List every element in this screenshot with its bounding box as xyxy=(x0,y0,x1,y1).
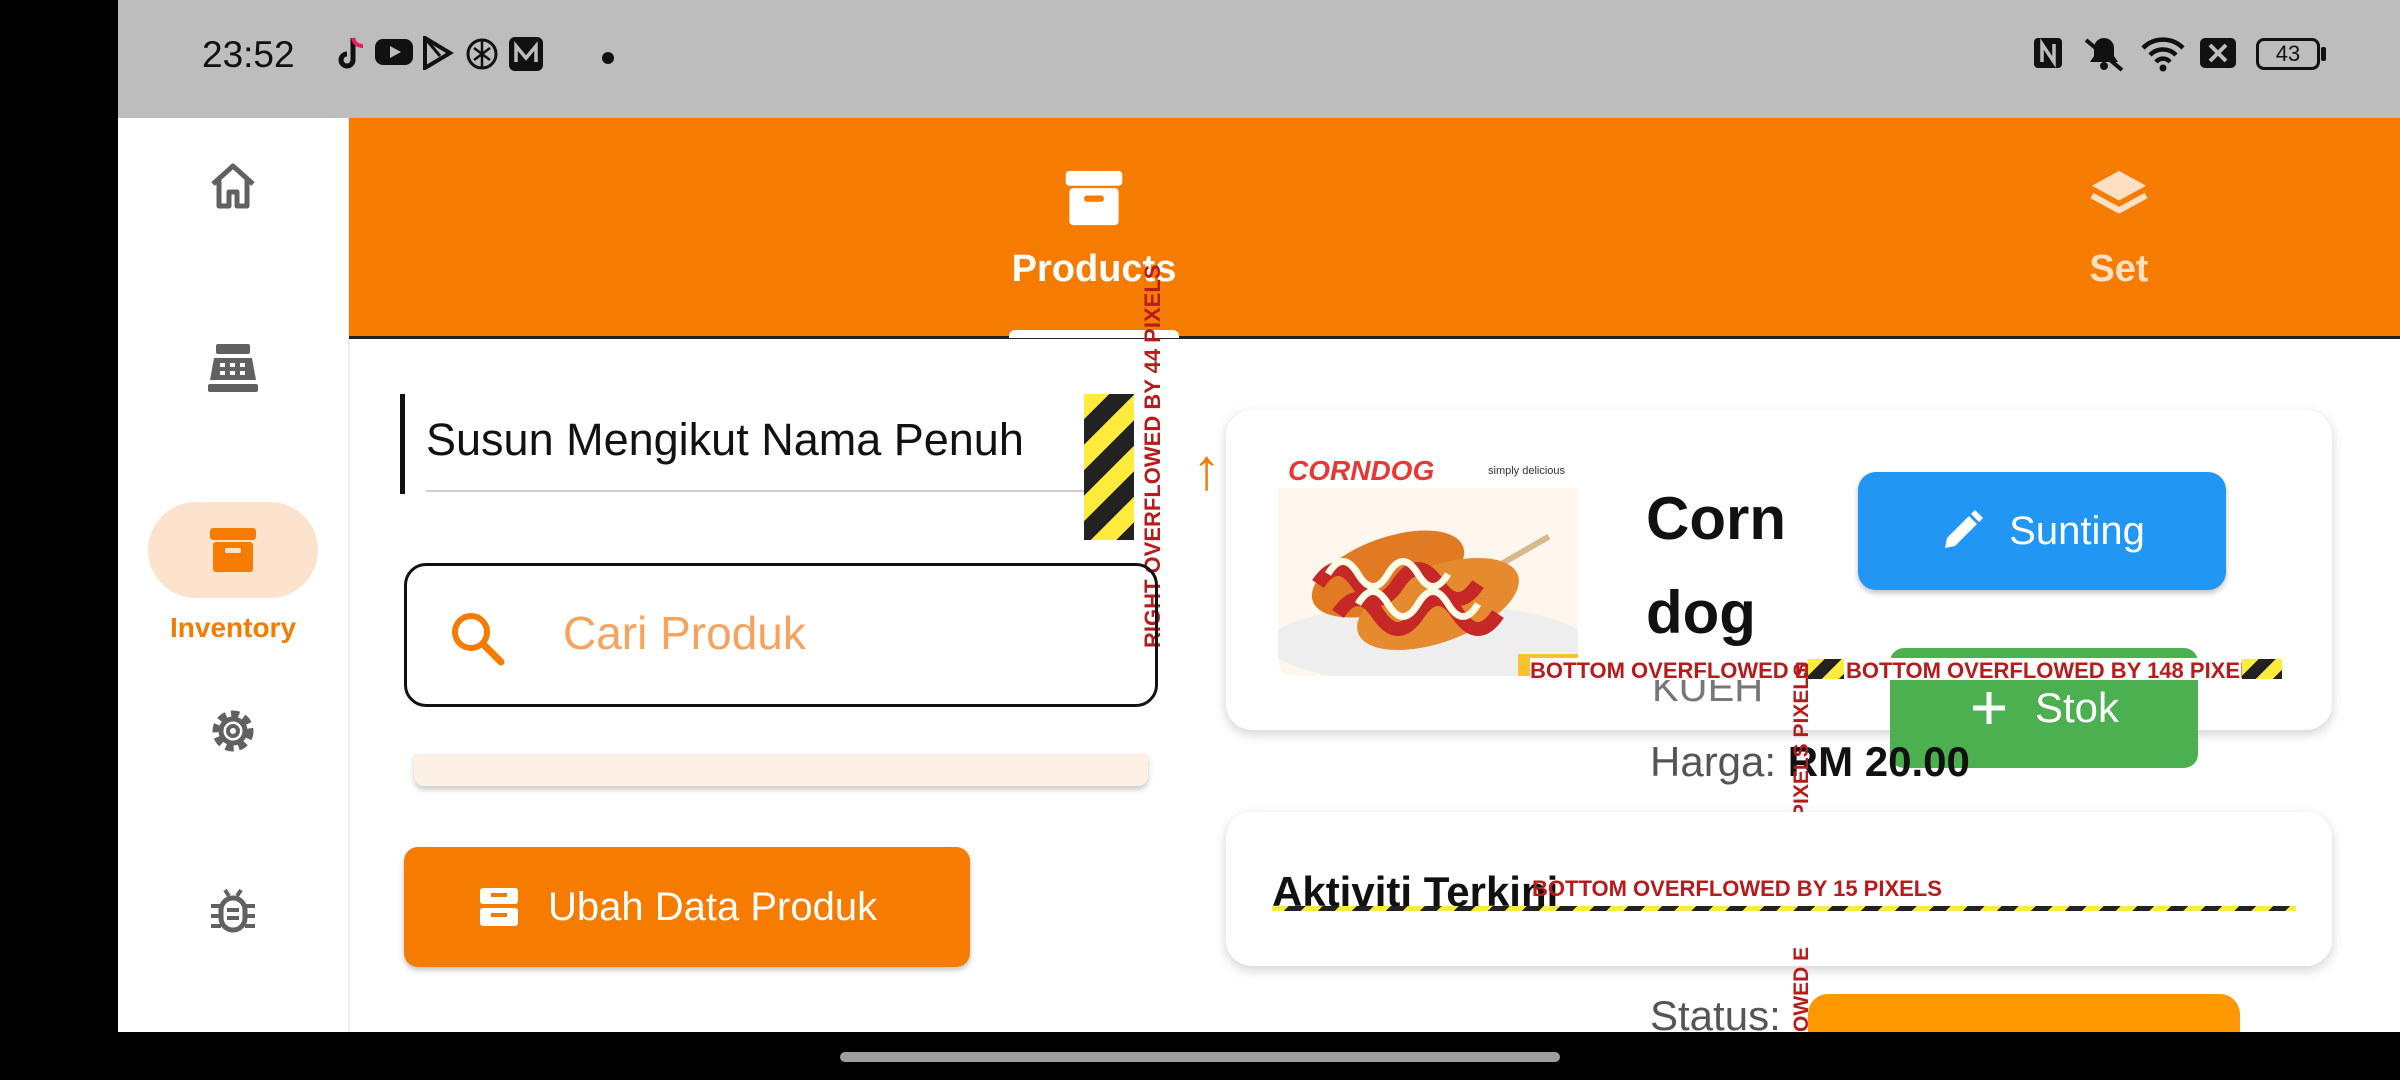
bug-icon xyxy=(211,888,255,933)
overflow-warning-bottom-15: BOTTOM OVERFLOWED BY 15 PIXELS xyxy=(1532,876,1942,901)
silent-mode-icon xyxy=(2084,38,2124,72)
price-label: Harga: xyxy=(1650,738,1777,785)
chatgpt-icon xyxy=(466,38,498,70)
edit-button[interactable]: Sunting xyxy=(1858,472,2226,590)
tab-set[interactable]: Set xyxy=(1819,118,2400,336)
image-brand-text: CORNDOG xyxy=(1288,455,1434,486)
image-tagline-text: simply delicious xyxy=(1488,465,1566,477)
archive-box-icon xyxy=(1065,170,1123,226)
product-status-label: Status: xyxy=(1650,992,1781,1032)
text-cursor xyxy=(400,394,405,494)
app-window: Inventory Products Set Susun Mengikut Na… xyxy=(118,118,2400,1032)
nfc-icon xyxy=(2034,38,2062,68)
gesture-handle[interactable] xyxy=(840,1052,1560,1062)
layers-icon xyxy=(2090,170,2148,214)
search-placeholder: Cari Produk xyxy=(563,607,806,659)
product-name: Corn dog xyxy=(1646,485,1786,646)
youtube-icon xyxy=(375,39,413,65)
tab-products[interactable]: Products xyxy=(794,118,1394,336)
overflow-warning-bottom-15-text: BOTTOM OVERFLOWED BY 15 PIXELS xyxy=(1532,876,1942,901)
product-list-card xyxy=(414,754,1148,786)
no-sim-icon xyxy=(2200,38,2236,68)
tab-set-label: Set xyxy=(2089,248,2149,290)
navigation-rail: Inventory xyxy=(118,118,350,1032)
medium-icon xyxy=(509,37,543,71)
rail-active-indicator xyxy=(148,502,318,598)
price-value: RM 20.00 xyxy=(1787,738,1970,785)
sort-direction-arrow-icon[interactable]: ↑ xyxy=(1192,436,1221,503)
settings-gear-icon xyxy=(212,710,254,752)
status-action-button[interactable] xyxy=(1808,994,2240,1032)
edit-button-label: Sunting xyxy=(2009,508,2145,553)
edit-product-data-label: Ubah Data Produk xyxy=(548,884,878,929)
archive-box-icon xyxy=(210,528,256,572)
inbox-icon xyxy=(480,888,518,926)
sort-dropdown-underline xyxy=(426,490,1096,492)
cash-register-icon xyxy=(208,344,258,392)
add-stock-label: Stok xyxy=(2034,684,2120,731)
overflow-warning-bottom-148: BOTTOM OVERFLOWED BY 148 PIXELS xyxy=(1846,658,2288,683)
tiktok-icon xyxy=(338,37,364,69)
more-notifications-dot xyxy=(602,52,614,64)
rail-item-home[interactable] xyxy=(118,160,348,280)
edit-product-data-button[interactable]: Ubah Data Produk xyxy=(404,847,970,967)
search-icon xyxy=(452,613,505,666)
overflow-warning-bottom-148-text: BOTTOM OVERFLOWED BY 148 PIXELS xyxy=(1846,658,2269,683)
status-bar: 23:52 43 xyxy=(118,0,2400,118)
rail-item-settings[interactable] xyxy=(118,704,348,824)
recent-activity-card: Aktiviti Terkini BOTTOM OVERFLOWED BY 15… xyxy=(1226,812,2332,966)
overflow-stripe-right xyxy=(1084,394,1134,540)
battery-level: 43 xyxy=(2275,41,2301,66)
battery-icon: 43 xyxy=(2256,38,2320,70)
pencil-icon xyxy=(1945,510,1984,548)
plus-icon xyxy=(1972,692,2005,724)
sort-dropdown[interactable]: Susun Mengikut Nama Penuh xyxy=(400,394,1096,494)
overflow-warning-vertical: PIXELS PIXELS xyxy=(1790,662,1813,818)
rail-item-inventory[interactable]: Inventory xyxy=(118,502,348,652)
battery-tip xyxy=(2321,47,2326,61)
corndog-photo: CORNDOG simply delicious xyxy=(1278,454,1578,676)
rail-label-inventory: Inventory xyxy=(169,612,297,643)
search-input[interactable]: Cari Produk xyxy=(404,563,1158,707)
home-icon xyxy=(211,163,255,209)
product-image: CORNDOG simply delicious xyxy=(1278,454,1578,676)
rail-item-debug[interactable] xyxy=(118,884,348,1004)
play-store-icon xyxy=(423,36,454,70)
rail-item-cashier[interactable] xyxy=(118,340,348,460)
sort-dropdown-value: Susun Mengikut Nama Penuh xyxy=(426,414,1024,465)
overflow-stripe-end xyxy=(2242,659,2282,679)
wifi-icon xyxy=(2141,37,2185,72)
status-time: 23:52 xyxy=(202,34,295,75)
overflow-stripe-activity xyxy=(1272,906,2296,911)
tab-bar: Products Set xyxy=(349,118,2400,339)
